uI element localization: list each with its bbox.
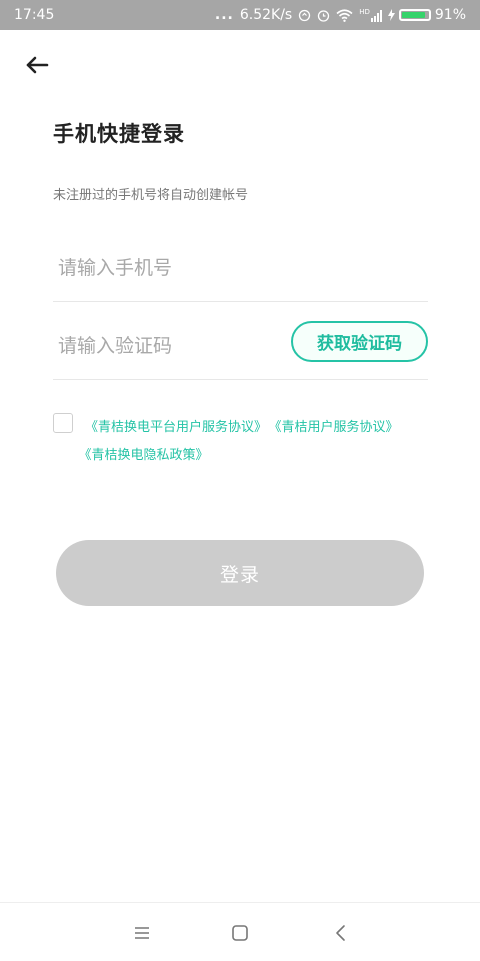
- page-subtitle: 未注册过的手机号将自动创建帐号: [53, 188, 249, 203]
- wifi-icon: [336, 8, 353, 22]
- status-dots: ...: [214, 7, 234, 23]
- battery-percent: 91%: [434, 7, 466, 23]
- status-bar: 17:45 ... 6.52K/s HD 91%: [0, 0, 480, 30]
- agreement-links: 《青桔换电平台用户服务协议》 《青桔用户服务协议》《青桔换电隐私政策》: [85, 414, 425, 470]
- alarm-icon: [318, 9, 330, 22]
- battery-icon: [398, 9, 431, 21]
- user-service-agreement-link[interactable]: 《青桔用户服务协议》: [275, 420, 399, 435]
- network-type: HD: [359, 7, 370, 16]
- verification-code-input[interactable]: [53, 313, 288, 379]
- get-code-button[interactable]: 获取验证码: [291, 321, 428, 362]
- back-icon[interactable]: [329, 921, 353, 945]
- battery-fill: [401, 12, 426, 18]
- login-button[interactable]: 登录: [56, 540, 424, 606]
- code-field-row: 获取验证码: [53, 313, 428, 380]
- status-indicators: ... 6.52K/s HD 91%: [215, 7, 466, 23]
- agreement-checkbox[interactable]: [53, 413, 73, 433]
- sync-icon: [299, 9, 311, 21]
- back-arrow-icon[interactable]: [22, 50, 52, 80]
- phone-field-row: [53, 235, 428, 302]
- home-icon[interactable]: [228, 921, 252, 945]
- charging-icon: [387, 9, 395, 21]
- privacy-policy-link[interactable]: 《青桔换电隐私政策》: [85, 448, 209, 463]
- system-nav-bar: [0, 902, 480, 961]
- phone-input[interactable]: [53, 235, 288, 301]
- signal-icon: HD: [359, 7, 382, 22]
- battery: 91%: [387, 7, 466, 23]
- page-title: 手机快捷登录: [53, 122, 185, 146]
- network-speed: 6.52K/s: [239, 7, 293, 23]
- menu-icon[interactable]: [130, 921, 154, 945]
- status-time: 17:45: [14, 7, 55, 23]
- platform-service-agreement-link[interactable]: 《青桔换电平台用户服务协议》: [85, 420, 267, 435]
